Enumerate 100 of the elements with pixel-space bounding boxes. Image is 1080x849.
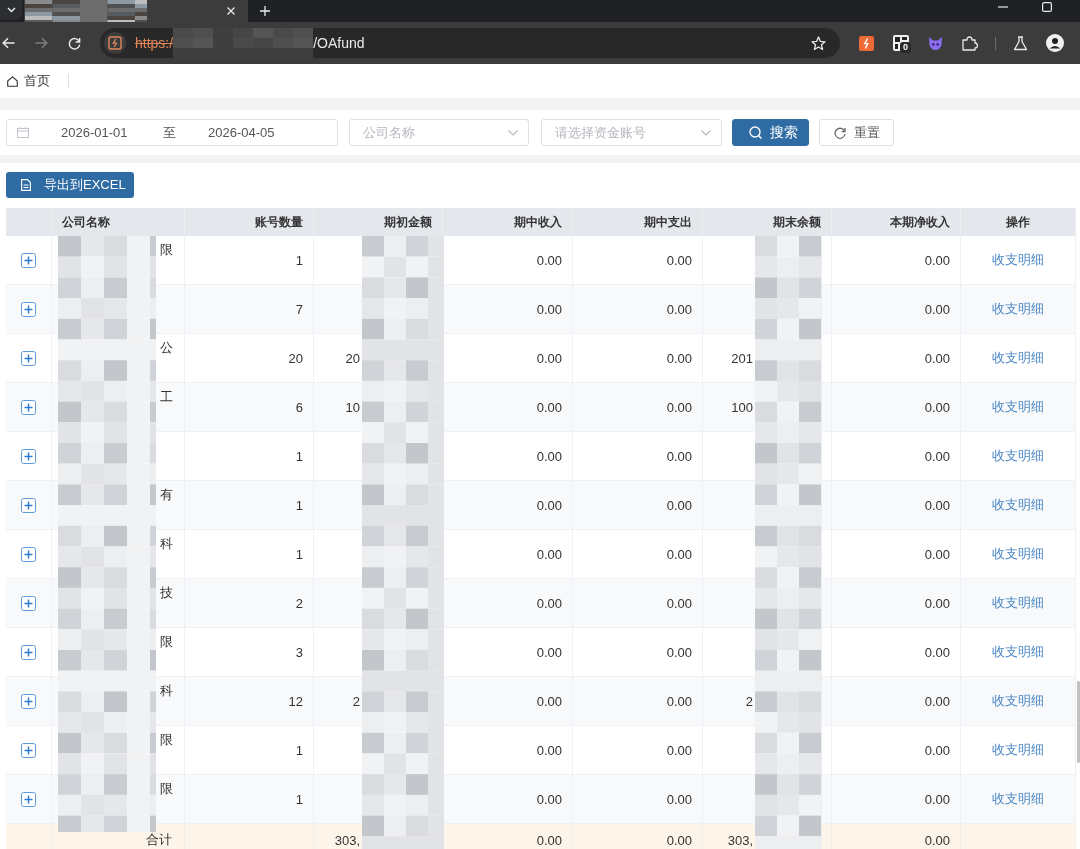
column-header: 公司名称 xyxy=(62,213,110,231)
chevron-down-icon xyxy=(701,130,711,136)
profile-avatar-icon[interactable] xyxy=(1046,34,1064,52)
table-cell: 0.00 xyxy=(666,791,692,807)
scrollbar-thumb[interactable] xyxy=(1077,681,1080,763)
refresh-icon xyxy=(834,126,846,139)
table-cell: 0.00 xyxy=(666,693,692,709)
table-cell: 0.00 xyxy=(666,832,692,848)
column-header: 账号数量 xyxy=(255,213,303,231)
tab-list-button[interactable] xyxy=(0,0,22,20)
forward-arrow-icon[interactable] xyxy=(35,37,48,49)
detail-link[interactable]: 收支明细 xyxy=(992,594,1044,612)
table-cell: 20 xyxy=(288,350,303,366)
table-cell: 0.00 xyxy=(536,832,562,848)
flask-icon[interactable] xyxy=(1013,35,1028,51)
expand-icon[interactable] xyxy=(21,693,36,709)
document-icon xyxy=(21,179,31,191)
column-header: 期初金额 xyxy=(384,213,432,231)
table-cell: 0.00 xyxy=(666,644,692,660)
table-cell: 0.00 xyxy=(924,693,950,709)
plus-icon[interactable] xyxy=(260,6,270,16)
expand-icon[interactable] xyxy=(21,301,36,317)
expand-icon[interactable] xyxy=(21,252,36,268)
table-cell: 6 xyxy=(295,399,303,415)
table-cell: 12 xyxy=(288,693,303,709)
table-cell: 0.00 xyxy=(666,497,692,513)
table-cell: 0.00 xyxy=(924,399,950,415)
extension-badge: 0 xyxy=(900,41,911,53)
expand-icon[interactable] xyxy=(21,448,36,464)
amount-text: 2 xyxy=(745,693,753,709)
table-cell: 0.00 xyxy=(924,301,950,317)
table-cell: 1 xyxy=(295,252,303,268)
home-tab[interactable]: 首页 xyxy=(7,72,50,90)
table-cell: 0.00 xyxy=(924,791,950,807)
cat-extension-icon[interactable] xyxy=(928,35,943,51)
table-cell: 0.00 xyxy=(536,742,562,758)
puzzle-icon[interactable] xyxy=(962,35,978,51)
table-cell: 2 xyxy=(295,595,303,611)
column-header: 期中支出 xyxy=(644,213,692,231)
expand-icon[interactable] xyxy=(21,644,36,660)
lightning-extension-icon[interactable] xyxy=(859,35,874,51)
table-cell: 0.00 xyxy=(666,546,692,562)
table-cell: 0.00 xyxy=(924,497,950,513)
expand-icon[interactable] xyxy=(21,546,36,562)
range-separator: 至 xyxy=(163,123,176,142)
date-range-picker[interactable]: 2026-01-01 至 2026-04-05 xyxy=(6,119,338,146)
back-arrow-icon[interactable] xyxy=(2,37,15,49)
start-date-input[interactable]: 2026-01-01 xyxy=(61,125,133,140)
address-bar[interactable]: https:/ /OAfund xyxy=(100,28,840,58)
expand-icon[interactable] xyxy=(21,497,36,513)
expand-icon[interactable] xyxy=(21,791,36,807)
search-button[interactable]: 搜索 xyxy=(732,119,809,146)
chevron-down-icon xyxy=(508,130,518,136)
maximize-icon[interactable] xyxy=(1042,2,1052,12)
detail-link[interactable]: 收支明细 xyxy=(992,692,1044,710)
company-select[interactable]: 公司名称 xyxy=(349,119,529,146)
account-select[interactable]: 请选择资金账号 xyxy=(541,119,722,146)
detail-link[interactable]: 收支明细 xyxy=(992,741,1044,759)
close-icon[interactable] xyxy=(227,7,235,15)
star-icon[interactable] xyxy=(811,35,826,51)
expand-icon[interactable] xyxy=(21,742,36,758)
expand-icon[interactable] xyxy=(21,350,36,366)
detail-link[interactable]: 收支明细 xyxy=(992,300,1044,318)
amount-text: 100 xyxy=(731,399,753,415)
detail-link[interactable]: 收支明细 xyxy=(992,349,1044,367)
table-cell: 0.00 xyxy=(536,497,562,513)
amount-text: 20 xyxy=(345,350,360,366)
site-info-icon[interactable] xyxy=(104,32,126,54)
detail-link[interactable]: 收支明细 xyxy=(992,398,1044,416)
amount-text: 303, xyxy=(727,832,753,848)
end-date-input[interactable]: 2026-04-05 xyxy=(208,125,280,140)
table-cell: 0.00 xyxy=(536,791,562,807)
expand-icon[interactable] xyxy=(21,399,36,415)
detail-link[interactable]: 收支明细 xyxy=(992,790,1044,808)
detail-link[interactable]: 收支明细 xyxy=(992,251,1044,269)
export-excel-button[interactable]: 导出到EXCEL xyxy=(6,172,134,198)
table-cell: 0.00 xyxy=(924,448,950,464)
table-cell: 0.00 xyxy=(924,742,950,758)
table-cell: 0.00 xyxy=(924,832,950,848)
calendar-icon xyxy=(17,127,29,138)
detail-link[interactable]: 收支明细 xyxy=(992,447,1044,465)
table-cell: 0.00 xyxy=(536,595,562,611)
company-name-text: 限 xyxy=(160,633,173,651)
column-header: 本期净收入 xyxy=(890,213,950,231)
table-cell: 0.00 xyxy=(536,644,562,660)
detail-link[interactable]: 收支明细 xyxy=(992,643,1044,661)
detail-link[interactable]: 收支明细 xyxy=(992,496,1044,514)
table-cell: 0.00 xyxy=(924,252,950,268)
table-cell: 0.00 xyxy=(924,595,950,611)
table-cell: 7 xyxy=(295,301,303,317)
company-name-text: 限 xyxy=(160,731,173,749)
table-cell: 3 xyxy=(295,644,303,660)
reload-icon[interactable] xyxy=(68,36,81,50)
company-name-text: 工 xyxy=(160,388,173,406)
browser-tab[interactable] xyxy=(24,0,248,22)
detail-link[interactable]: 收支明细 xyxy=(992,545,1044,563)
expand-icon[interactable] xyxy=(21,595,36,611)
table-cell: 0.00 xyxy=(536,693,562,709)
reset-button[interactable]: 重置 xyxy=(819,119,894,146)
column-header: 期中收入 xyxy=(514,213,562,231)
